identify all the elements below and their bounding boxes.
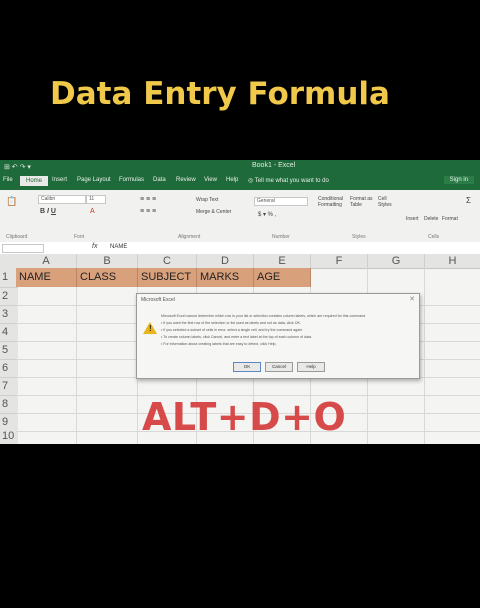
format-as-table-button[interactable]: Format as Table bbox=[350, 196, 376, 208]
excel-dialog: Microsoft Excel ✕ ! Microsoft Excel cann… bbox=[136, 293, 420, 379]
ok-button[interactable]: OK bbox=[233, 362, 261, 372]
group-font: Font bbox=[74, 234, 85, 240]
cell-e1[interactable]: AGE bbox=[254, 268, 311, 287]
dialog-message-line: • For information about creating labels … bbox=[161, 342, 277, 346]
title-bar: ⊞ ↶ ↷ ▾ Book1 - Excel bbox=[0, 160, 480, 174]
group-clipboard: Clipboard bbox=[6, 234, 28, 240]
cancel-button[interactable]: Cancel bbox=[265, 362, 293, 372]
tab-review[interactable]: Review bbox=[176, 177, 196, 183]
column-header-d[interactable]: D bbox=[197, 254, 254, 269]
quick-access-toolbar[interactable]: ⊞ ↶ ↷ ▾ bbox=[4, 163, 31, 171]
group-cells: Cells bbox=[428, 234, 440, 240]
name-box[interactable] bbox=[2, 244, 44, 253]
group-styles: Styles bbox=[352, 234, 366, 240]
tab-help[interactable]: Help bbox=[226, 177, 238, 183]
tab-view[interactable]: View bbox=[204, 177, 217, 183]
tab-file[interactable]: File bbox=[3, 177, 13, 183]
row-header-4[interactable]: 4 bbox=[0, 324, 18, 342]
gridline bbox=[76, 268, 77, 444]
bold-button[interactable]: B I U bbox=[40, 208, 56, 215]
paste-icon[interactable]: 📋 bbox=[6, 196, 17, 207]
group-alignment: Alignment bbox=[178, 234, 201, 240]
window-title: Book1 - Excel bbox=[252, 162, 296, 169]
cell-d1[interactable]: MARKS bbox=[197, 268, 254, 287]
column-header-g[interactable]: G bbox=[368, 254, 425, 269]
row-header-8[interactable]: 8 bbox=[0, 396, 18, 414]
row-header-5[interactable]: 5 bbox=[0, 342, 18, 360]
ribbon-tabs: File Home Insert Page Layout Formulas Da… bbox=[0, 174, 480, 190]
number-format-select[interactable]: General bbox=[254, 197, 308, 206]
column-header-c[interactable]: C bbox=[138, 254, 197, 269]
shortcut-caption: ALT+D+O bbox=[142, 395, 347, 439]
tell-me-search[interactable]: ◎ Tell me what you want to do bbox=[248, 177, 329, 184]
dialog-message-line: • If you want the first row of the selec… bbox=[161, 321, 301, 325]
cell-c1[interactable]: SUBJECT bbox=[138, 268, 197, 287]
row-header-2[interactable]: 2 bbox=[0, 288, 18, 306]
insert-cells-button[interactable]: Insert bbox=[406, 216, 419, 222]
delete-cells-button[interactable]: Delete bbox=[424, 216, 438, 222]
help-button[interactable]: Help bbox=[297, 362, 325, 372]
dialog-message-line: • If you selected a subset of cells in e… bbox=[161, 328, 304, 332]
dialog-message-line: Microsoft Excel cannot determine which r… bbox=[161, 314, 367, 318]
column-header-f[interactable]: F bbox=[311, 254, 368, 269]
cell-b1[interactable]: CLASS bbox=[77, 268, 138, 287]
row-header-3[interactable]: 3 bbox=[0, 306, 18, 324]
close-icon[interactable]: ✕ bbox=[409, 295, 415, 303]
cell-a1[interactable]: NAME bbox=[16, 268, 77, 287]
lightbulb-icon: ◎ bbox=[248, 178, 255, 184]
sum-icon[interactable]: Σ bbox=[466, 196, 471, 205]
group-number: Number bbox=[272, 234, 290, 240]
format-cells-button[interactable]: Format bbox=[442, 216, 458, 222]
warning-mark: ! bbox=[149, 324, 152, 333]
wrap-text-button[interactable]: Wrap Text bbox=[196, 197, 218, 203]
merge-center-button[interactable]: Merge & Center bbox=[196, 209, 231, 215]
select-all-corner[interactable] bbox=[0, 254, 17, 269]
font-color-icon[interactable]: A bbox=[90, 208, 95, 215]
font-name-select[interactable]: Calibri bbox=[38, 195, 86, 204]
formula-input[interactable]: NAME bbox=[110, 244, 127, 250]
row-header-7[interactable]: 7 bbox=[0, 378, 18, 396]
sign-in-button[interactable]: Sign in bbox=[443, 176, 474, 184]
column-header-a[interactable]: A bbox=[16, 254, 77, 269]
ribbon: 📋 Calibri 11 B I U A ≡ ≡ ≡ ≡ ≡ ≡ Wrap Te… bbox=[0, 190, 480, 243]
gridline bbox=[424, 268, 425, 444]
row-header-6[interactable]: 6 bbox=[0, 360, 18, 378]
tab-home[interactable]: Home bbox=[20, 176, 49, 186]
align-icons[interactable]: ≡ ≡ ≡ bbox=[140, 196, 156, 203]
tab-data[interactable]: Data bbox=[153, 177, 166, 183]
dialog-message-line: • To create column labels, click Cancel,… bbox=[161, 335, 313, 339]
column-header-h[interactable]: H bbox=[425, 254, 480, 269]
align-icons-2[interactable]: ≡ ≡ ≡ bbox=[140, 208, 156, 215]
column-header-b[interactable]: B bbox=[77, 254, 138, 269]
dialog-message: Microsoft Excel cannot determine which r… bbox=[161, 314, 413, 349]
tab-page-layout[interactable]: Page Layout bbox=[77, 177, 111, 183]
tab-formulas[interactable]: Formulas bbox=[119, 177, 144, 183]
currency-buttons[interactable]: $ ▾ % , bbox=[258, 211, 276, 218]
conditional-formatting-button[interactable]: Conditional Formatting bbox=[318, 196, 348, 208]
column-header-e[interactable]: E bbox=[254, 254, 311, 269]
dialog-title: Microsoft Excel bbox=[141, 297, 175, 303]
cell-styles-button[interactable]: Cell Styles bbox=[378, 196, 398, 208]
fx-icon[interactable]: fx bbox=[92, 243, 97, 250]
font-size-select[interactable]: 11 bbox=[86, 195, 106, 204]
tab-insert[interactable]: Insert bbox=[52, 177, 67, 183]
headline: Data Entry Formula bbox=[50, 76, 390, 112]
